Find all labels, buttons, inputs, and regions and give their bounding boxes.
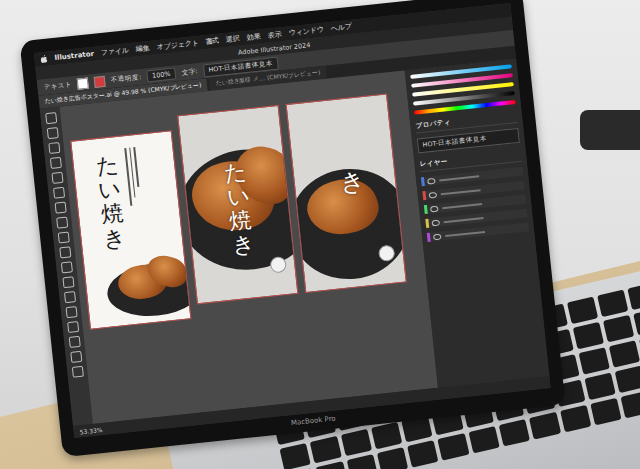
key[interactable]: [529, 412, 561, 440]
key[interactable]: [316, 461, 348, 469]
char-label: 文字:: [181, 67, 198, 78]
photo-scene: Illustratorファイル編集オブジェクト書式選択効果表示ウィンドウヘルプA…: [0, 0, 640, 469]
chair: [580, 110, 640, 150]
key[interactable]: [603, 315, 635, 343]
fill-swatch[interactable]: [77, 77, 89, 89]
screen: Illustratorファイル編集オブジェクト書式選択効果表示ウィンドウヘルプA…: [34, 3, 551, 438]
tool-icon[interactable]: [62, 276, 74, 288]
tool-icon[interactable]: [53, 187, 65, 199]
menu-item[interactable]: 書式: [205, 36, 220, 47]
key[interactable]: [628, 282, 640, 310]
eye-icon[interactable]: [431, 219, 440, 226]
tool-icon[interactable]: [49, 157, 61, 169]
tool-icon[interactable]: [59, 246, 71, 258]
artboard[interactable]: たい焼き: [178, 106, 297, 303]
key[interactable]: [578, 347, 610, 375]
key[interactable]: [340, 429, 372, 457]
stamp: [269, 256, 287, 274]
key[interactable]: [567, 297, 599, 325]
key[interactable]: [346, 454, 378, 469]
key[interactable]: [573, 322, 605, 350]
key[interactable]: [584, 373, 616, 401]
key[interactable]: [639, 333, 640, 361]
properties-font-field[interactable]: HOT-日本語書体見本: [417, 128, 520, 154]
canvas: たい焼き たい焼き き: [60, 70, 438, 424]
app-menu[interactable]: Illustrator: [54, 50, 94, 62]
key[interactable]: [438, 433, 470, 461]
workspace: たい焼きたい焼ききプロパティHOT-日本語書体見本レイヤー: [40, 59, 550, 426]
poster-title[interactable]: たい焼き: [95, 153, 127, 252]
key[interactable]: [407, 440, 439, 468]
tool-icon[interactable]: [71, 366, 83, 378]
laptop-lid: Illustratorファイル編集オブジェクト書式選択効果表示ウィンドウヘルプA…: [20, 0, 566, 457]
key[interactable]: [621, 391, 640, 419]
menu-item[interactable]: 表示: [267, 29, 282, 40]
tool-icon[interactable]: [63, 291, 75, 303]
tool-icon[interactable]: [45, 112, 57, 124]
tool-icon[interactable]: [65, 306, 77, 318]
copy-lines: [124, 147, 141, 206]
apple-icon[interactable]: [40, 55, 48, 64]
key[interactable]: [560, 405, 592, 433]
opacity-label: 不透明度:: [111, 73, 142, 85]
eye-icon[interactable]: [429, 191, 438, 198]
tool-icon[interactable]: [54, 202, 66, 214]
menu-item[interactable]: ファイル: [100, 45, 129, 58]
key[interactable]: [609, 340, 640, 368]
key[interactable]: [468, 426, 500, 454]
eye-icon[interactable]: [430, 205, 439, 212]
key[interactable]: [310, 436, 342, 464]
selection-label: テキスト: [43, 80, 72, 92]
opacity-field[interactable]: 100%: [146, 67, 176, 82]
tool-icon[interactable]: [57, 231, 69, 243]
key[interactable]: [590, 398, 622, 426]
key[interactable]: [279, 443, 311, 469]
key[interactable]: [597, 289, 629, 317]
tool-icon[interactable]: [60, 261, 72, 273]
menu-item[interactable]: 効果: [247, 31, 262, 42]
poster-title[interactable]: き: [339, 167, 366, 196]
eye-icon[interactable]: [427, 177, 436, 184]
key[interactable]: [371, 422, 403, 450]
tool-icon[interactable]: [56, 217, 68, 229]
tool-icon[interactable]: [68, 336, 80, 348]
key[interactable]: [615, 365, 640, 393]
artboard[interactable]: たい焼き: [71, 131, 190, 328]
eye-icon[interactable]: [433, 233, 442, 240]
tool-icon[interactable]: [67, 321, 79, 333]
tool-icon[interactable]: [51, 172, 63, 184]
key[interactable]: [634, 308, 640, 336]
menu-item[interactable]: 編集: [135, 43, 150, 54]
stroke-swatch[interactable]: [94, 75, 106, 87]
tool-icon[interactable]: [70, 351, 82, 363]
tool-icon[interactable]: [48, 142, 60, 154]
menu-item[interactable]: 選択: [226, 33, 241, 44]
menu-item[interactable]: ヘルプ: [330, 22, 352, 34]
key[interactable]: [499, 419, 531, 447]
artboard[interactable]: き: [287, 95, 406, 292]
tool-icon[interactable]: [46, 127, 58, 139]
zoom-level[interactable]: 53.33%: [79, 426, 102, 435]
key[interactable]: [377, 447, 409, 469]
